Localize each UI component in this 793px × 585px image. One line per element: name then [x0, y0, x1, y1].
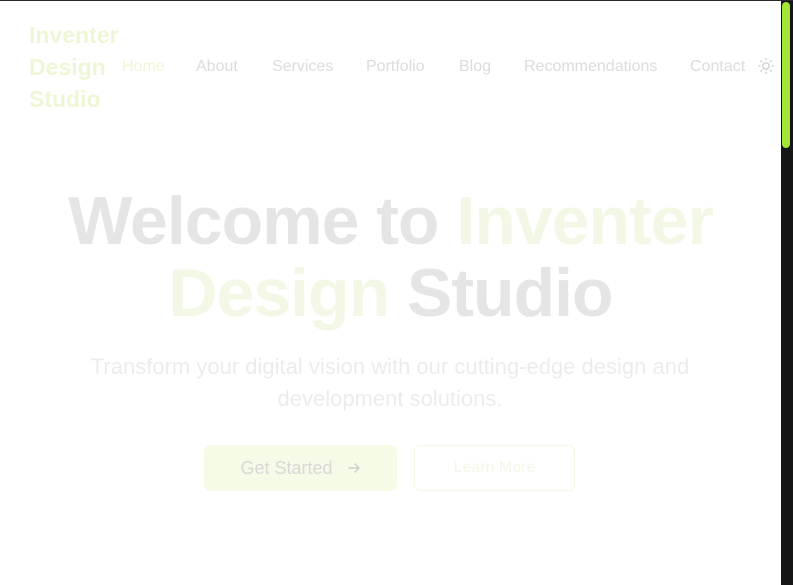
nav-item-home[interactable]: Home — [122, 55, 165, 79]
page: Inventer Design Studio Home About Servic… — [0, 1, 781, 585]
scrollbar[interactable] — [781, 1, 793, 585]
learn-more-label: Learn More — [453, 459, 536, 476]
hero-title-line-1: Welcome to Inventer — [0, 185, 781, 257]
nav-item-services[interactable]: Services — [272, 55, 333, 79]
get-started-button[interactable]: Get Started — [204, 445, 397, 491]
hero-title-plain-1: Welcome to — [68, 183, 439, 259]
learn-more-button[interactable]: Learn More — [414, 445, 575, 491]
nav-item-recommendations[interactable]: Recommendations — [524, 55, 657, 79]
sun-icon — [757, 57, 775, 75]
hero-title-accent-1: Inventer — [456, 183, 714, 259]
logo-line-1: Inventer — [29, 22, 119, 48]
nav-item-about[interactable]: About — [196, 55, 238, 79]
theme-toggle-button[interactable] — [757, 57, 775, 75]
hero-title-plain-2: Studio — [407, 255, 614, 331]
scrollbar-thumb[interactable] — [782, 2, 790, 148]
nav-item-blog[interactable]: Blog — [459, 55, 491, 79]
hero-subtitle: Transform your digital vision with our c… — [90, 354, 690, 411]
nav-item-portfolio[interactable]: Portfolio — [366, 55, 425, 79]
logo-line-3: Studio — [29, 86, 101, 112]
hero-title-line-2: Design Studio — [0, 257, 781, 329]
arrow-right-icon — [347, 463, 360, 473]
nav-item-contact[interactable]: Contact — [690, 55, 745, 79]
get-started-label: Get Started — [240, 457, 333, 478]
hero-title-accent-2: Design — [168, 255, 390, 331]
